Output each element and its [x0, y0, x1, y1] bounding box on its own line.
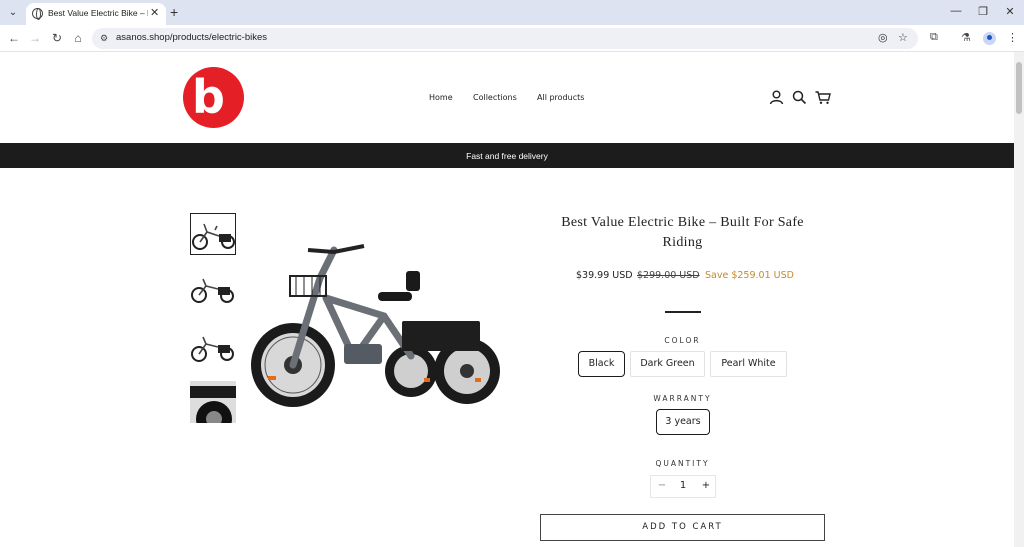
color-option-black[interactable]: Black: [578, 351, 625, 377]
thumbnail-2[interactable]: [190, 271, 236, 313]
tab-search-icon[interactable]: ⌄: [5, 5, 21, 21]
bookmark-star-icon[interactable]: ☆: [898, 31, 908, 44]
account-icon[interactable]: [769, 90, 784, 105]
browser-toolbar: ← → ↻ ⌂ ⚙ asanos.shop/products/electric-…: [0, 25, 1024, 52]
store-logo[interactable]: b: [183, 67, 244, 128]
close-window-icon[interactable]: ✕: [1000, 5, 1020, 18]
url-text: asanos.shop/products/electric-bikes: [116, 32, 268, 43]
cart-icon[interactable]: [815, 90, 831, 105]
warranty-option-3-years[interactable]: 3 years: [656, 409, 710, 435]
menu-kebab-icon[interactable]: ⋮: [1007, 31, 1018, 44]
divider: [665, 311, 701, 313]
thumbnail-3[interactable]: [190, 328, 236, 370]
compare-price: $299.00 USD: [637, 270, 700, 281]
active-tab[interactable]: Best Value Electric Bike – Built F ✕: [26, 3, 166, 25]
color-option-pearl-white[interactable]: Pearl White: [710, 351, 787, 377]
sale-price: $39.99 USD: [576, 270, 633, 281]
color-label: COLOR: [664, 336, 701, 345]
scroll-thumb[interactable]: [1016, 62, 1022, 114]
quantity-label: QUANTITY: [655, 459, 710, 468]
thumbnail-4[interactable]: [190, 381, 236, 423]
logo-b-icon: b: [192, 70, 225, 124]
color-option-dark-green[interactable]: Dark Green: [630, 351, 705, 377]
new-tab-icon[interactable]: +: [170, 4, 178, 20]
tab-title: Best Value Electric Bike – Built F: [48, 8, 148, 18]
quantity-stepper: − 1 +: [650, 475, 716, 498]
minimize-icon[interactable]: —: [946, 5, 966, 17]
savings-badge: Save $259.01 USD: [705, 270, 794, 281]
restore-icon[interactable]: ❐: [973, 5, 993, 18]
nav-all-products[interactable]: All products: [537, 93, 584, 102]
product-main-image[interactable]: [246, 238, 502, 420]
back-icon[interactable]: ←: [7, 31, 21, 45]
eye-off-icon[interactable]: ◎: [878, 31, 888, 44]
add-to-cart-button[interactable]: ADD TO CART: [540, 514, 825, 541]
page-scrollbar[interactable]: [1014, 52, 1024, 547]
globe-icon: [32, 8, 43, 20]
announcement-bar: Fast and free delivery: [0, 143, 1014, 168]
address-bar[interactable]: ⚙ asanos.shop/products/electric-bikes ◎ …: [92, 28, 918, 49]
extensions-icon[interactable]: ⧉: [930, 31, 938, 44]
product-title: Best Value Electric Bike – Built For Saf…: [561, 215, 804, 250]
close-tab-icon[interactable]: ✕: [150, 6, 159, 19]
quantity-increase-button[interactable]: +: [697, 480, 715, 491]
home-icon[interactable]: ⌂: [71, 31, 85, 45]
forward-icon[interactable]: →: [28, 31, 42, 45]
announcement-text: Fast and free delivery: [466, 151, 548, 161]
nav-collections[interactable]: Collections: [473, 93, 517, 102]
nav-home[interactable]: Home: [429, 93, 453, 102]
warranty-label: WARRANTY: [653, 394, 712, 403]
labs-flask-icon[interactable]: ⚗: [961, 31, 971, 44]
search-icon[interactable]: [792, 90, 807, 105]
reload-icon[interactable]: ↻: [50, 31, 64, 45]
quantity-decrease-button[interactable]: −: [653, 480, 671, 491]
thumbnail-1[interactable]: [190, 213, 236, 255]
profile-avatar[interactable]: [983, 32, 996, 45]
quantity-input[interactable]: 1: [674, 480, 692, 491]
tab-strip: ⌄ Best Value Electric Bike – Built F ✕ +…: [0, 0, 1024, 25]
site-info-icon[interactable]: ⚙: [100, 33, 108, 44]
